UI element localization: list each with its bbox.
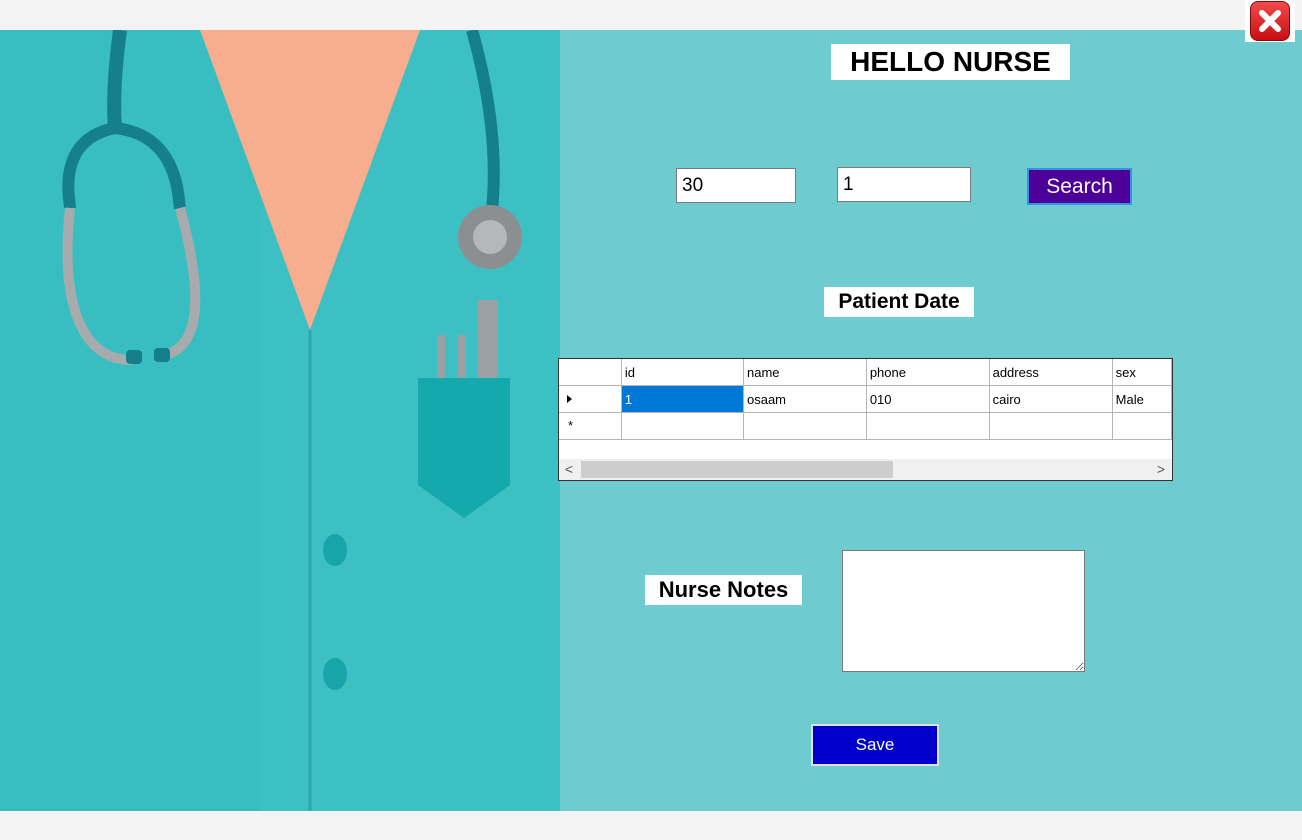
new-cell-address[interactable] <box>988 412 1113 440</box>
save-button[interactable]: Save <box>811 724 939 766</box>
nurse-notes-label: Nurse Notes <box>645 575 802 605</box>
new-cell-phone[interactable] <box>865 412 990 440</box>
horizontal-scrollbar[interactable]: < > <box>559 459 1172 480</box>
column-header-name[interactable]: name <box>742 359 867 386</box>
cell-id[interactable]: 1 <box>620 385 744 413</box>
cell-sex[interactable]: Male <box>1111 385 1172 413</box>
patient-data-grid[interactable]: id name phone address sex 1 osaam 010 ca… <box>558 358 1173 481</box>
column-header-id[interactable]: id <box>620 359 744 386</box>
new-cell-name[interactable] <box>742 412 867 440</box>
column-header-sex[interactable]: sex <box>1111 359 1172 386</box>
column-header-phone[interactable]: phone <box>865 359 990 386</box>
scrollbar-thumb[interactable] <box>581 461 893 478</box>
row-header[interactable] <box>559 385 622 413</box>
nurse-notes-textarea[interactable] <box>842 550 1085 672</box>
page-title: HELLO NURSE <box>831 44 1070 80</box>
current-row-arrow-icon <box>567 395 572 403</box>
new-cell-id[interactable] <box>620 412 744 440</box>
search-button[interactable]: Search <box>1027 168 1132 205</box>
close-icon <box>1250 1 1290 41</box>
close-button[interactable] <box>1245 0 1295 42</box>
new-row-header[interactable]: * <box>559 412 622 440</box>
column-header-address[interactable]: address <box>988 359 1113 386</box>
grid-header-row: id name phone address sex <box>559 359 1172 386</box>
new-cell-sex[interactable] <box>1111 412 1172 440</box>
scroll-right-button[interactable]: > <box>1151 459 1171 480</box>
cell-address[interactable]: cairo <box>988 385 1113 413</box>
search-field-2[interactable] <box>837 167 971 202</box>
nurse-illustration <box>0 30 560 811</box>
cell-phone[interactable]: 010 <box>865 385 990 413</box>
grid-corner <box>559 359 622 386</box>
search-field-1[interactable] <box>676 168 796 203</box>
cell-name[interactable]: osaam <box>742 385 867 413</box>
new-row-asterisk-icon: * <box>568 418 574 433</box>
new-row[interactable]: * <box>559 412 1172 440</box>
scroll-left-button[interactable]: < <box>559 459 579 480</box>
patient-section-title: Patient Date <box>824 287 974 317</box>
table-row[interactable]: 1 osaam 010 cairo Male <box>559 385 1172 413</box>
